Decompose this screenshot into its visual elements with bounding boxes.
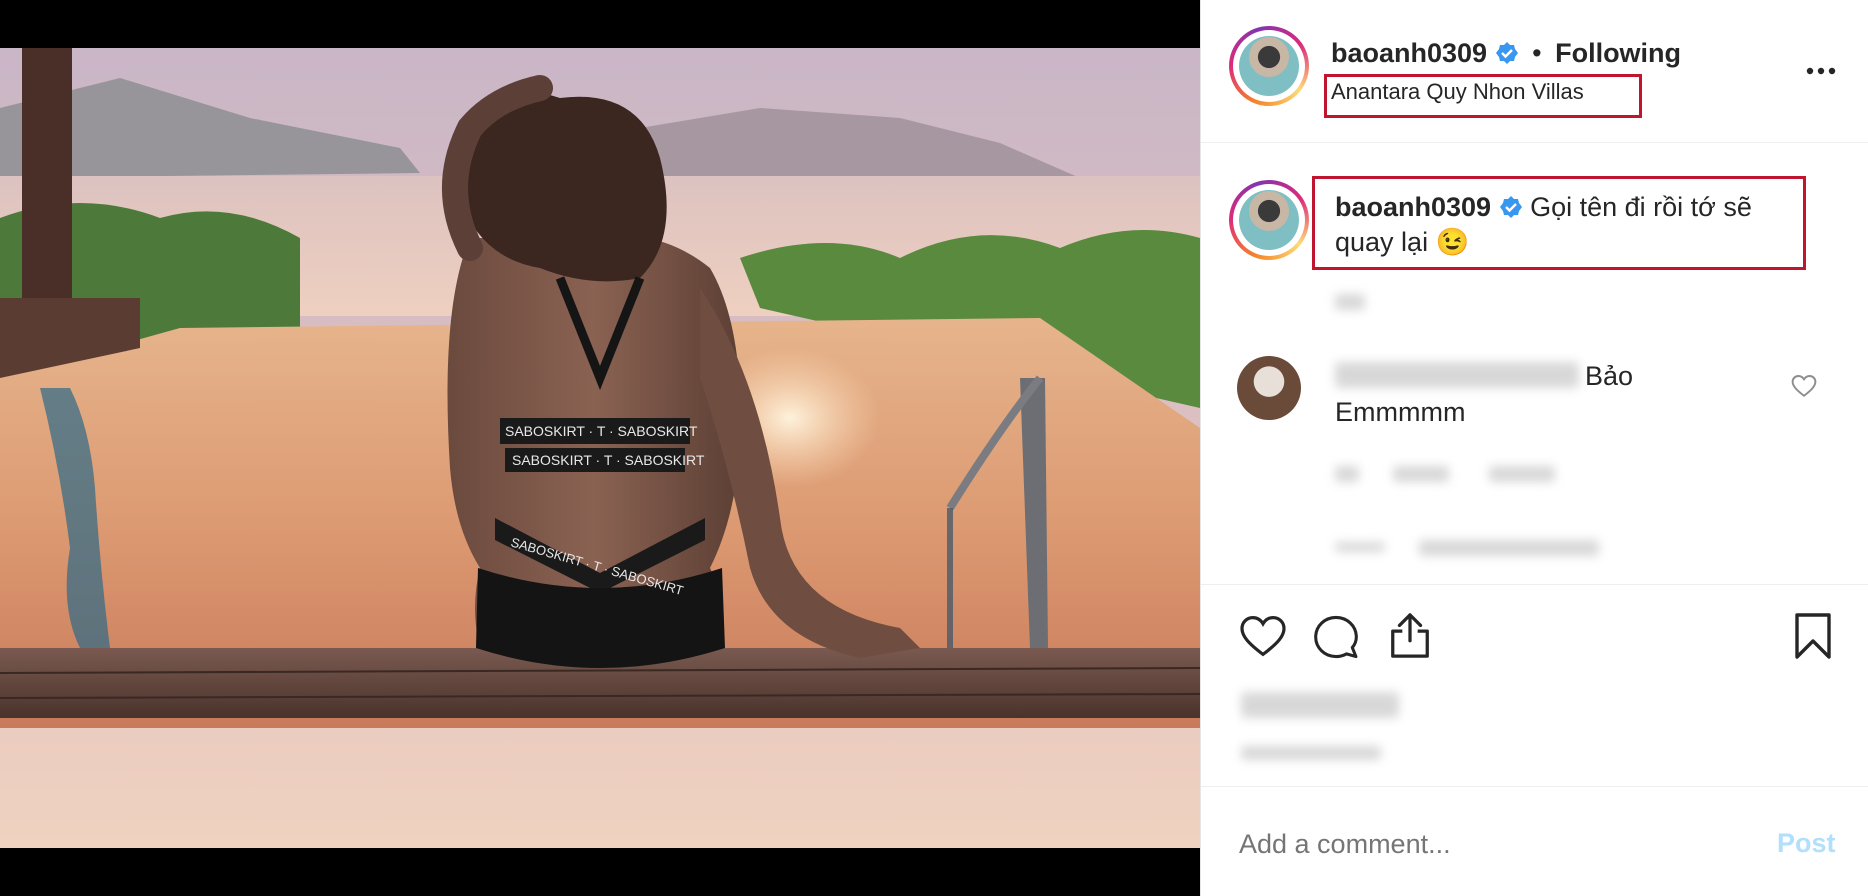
composer-divider [1201,786,1868,787]
comment-reply-blurred [1489,466,1555,482]
swimsuit-print-1: SABOSKIRT · T · SABOSKIRT [505,423,698,439]
add-comment-input[interactable] [1239,822,1739,866]
more-options-icon[interactable] [1805,64,1837,78]
separator-dot: • [1532,38,1542,68]
caption-avatar[interactable] [1229,180,1309,260]
post-side-panel: baoanh0309 • Following Anantara Quy Nhon… [1200,0,1868,896]
likes-count-blurred[interactable] [1241,692,1399,718]
comment-text-line1: Bảo [1585,361,1634,391]
bookmark-icon[interactable] [1793,612,1833,660]
view-replies-blurred[interactable] [1419,540,1599,556]
post-photo[interactable]: SABOSKIRT · T · SABOSKIRT SABOSKIRT · T … [0,48,1200,848]
location-highlight-box [1324,74,1642,118]
swimsuit-print-2: SABOSKIRT · T · SABOSKIRT [512,452,705,468]
verified-badge-icon [1495,42,1518,64]
caption-highlight-box [1312,176,1806,270]
post-header: baoanh0309 • Following [1331,38,1681,69]
comment-like-icon[interactable] [1791,374,1817,398]
caption-timestamp-blurred [1335,294,1365,310]
comment-likes-blurred [1393,466,1449,482]
following-button[interactable]: Following [1555,38,1681,68]
actions-divider [1201,584,1868,585]
comment-text-line2: Emmmmm [1335,397,1466,427]
post-date-blurred [1241,746,1381,760]
heart-icon[interactable] [1239,614,1287,658]
author-username[interactable]: baoanh0309 [1331,38,1487,68]
comment-time-blurred [1335,466,1359,482]
header-divider [1201,142,1868,143]
replies-line-blurred [1335,542,1385,552]
post-media: SABOSKIRT · T · SABOSKIRT SABOSKIRT · T … [0,0,1200,896]
share-icon[interactable] [1387,610,1433,660]
comment-body: Bảo Emmmmm [1335,358,1715,430]
commenter-avatar[interactable] [1237,356,1301,420]
author-avatar[interactable] [1229,26,1309,106]
comment-icon[interactable] [1313,614,1359,660]
post-comment-button[interactable]: Post [1777,828,1836,859]
